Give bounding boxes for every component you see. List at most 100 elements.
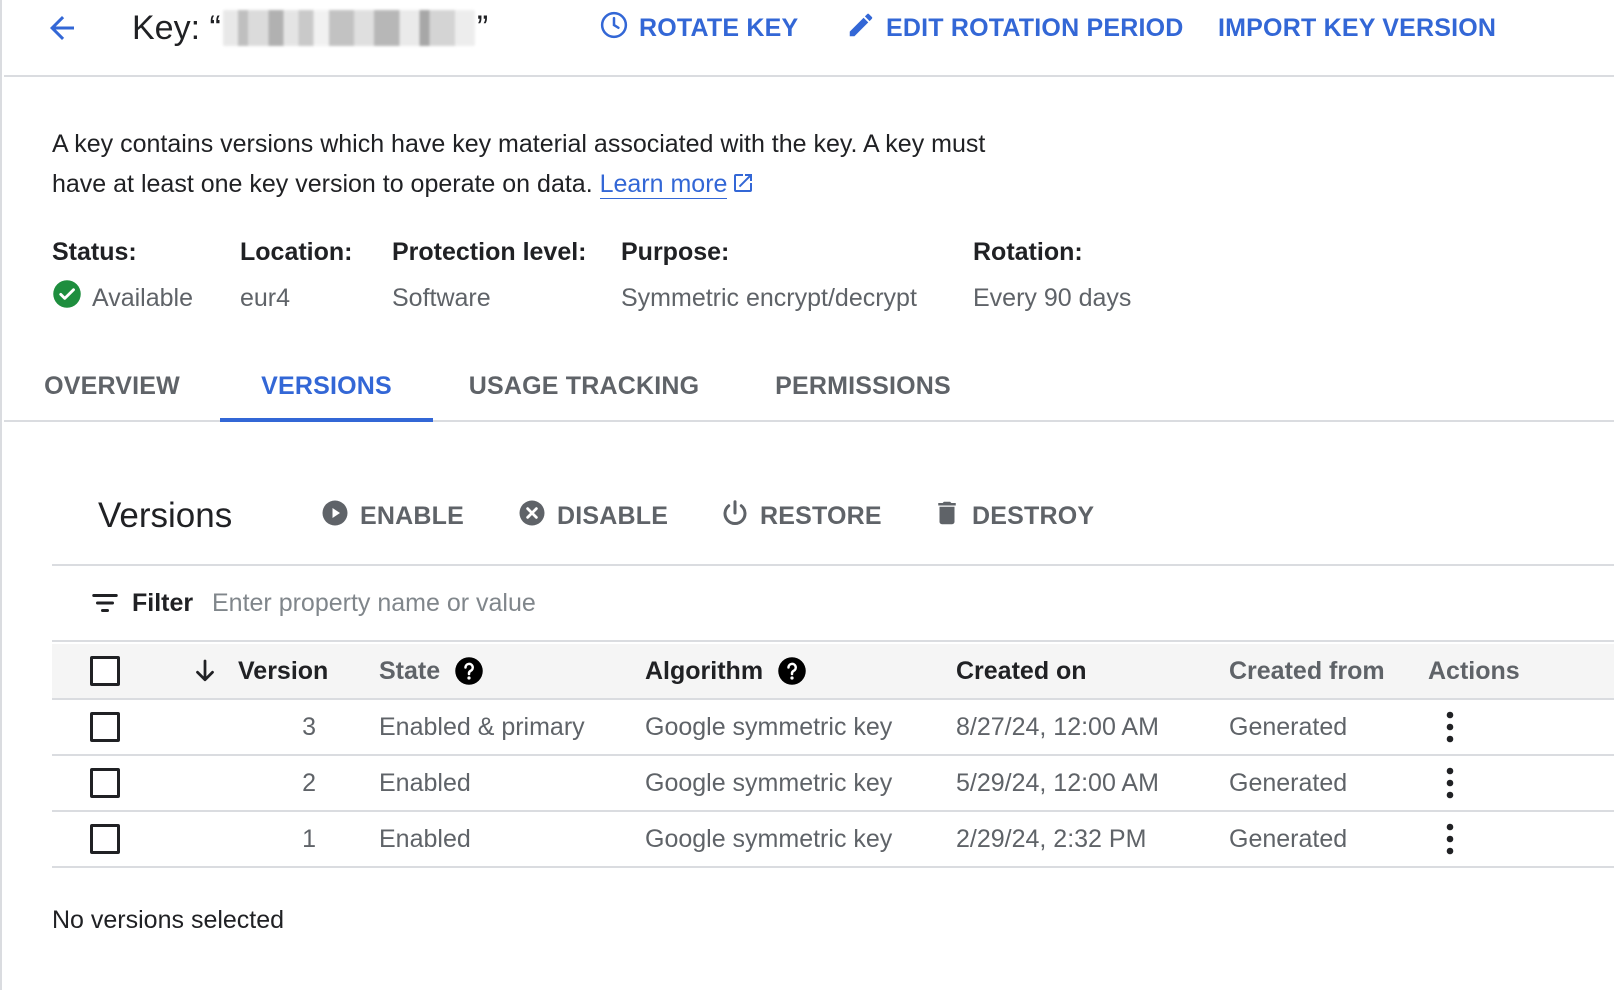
versions-toolbar: Versions ENABLE DISABLE RESTORE DESTROY (52, 490, 1614, 566)
open-in-new-icon (731, 167, 755, 207)
meta-location: Location: eur4 (240, 236, 353, 314)
algorithm-cell: Google symmetric key (645, 768, 893, 797)
learn-more-label: Learn more (599, 170, 728, 198)
key-title-prefix: Key: “ (132, 8, 221, 47)
version-cell: 3 (302, 712, 316, 741)
filter-bar: Filter (52, 568, 1614, 642)
purpose-label: Purpose: (621, 238, 730, 266)
meta-protection-level: Protection level: Software (392, 236, 587, 314)
filter-label: Filter (132, 589, 194, 617)
column-header-algorithm: Algorithm (645, 644, 807, 698)
status-label: Status: (52, 238, 137, 266)
restore-label: RESTORE (760, 501, 882, 530)
enable-label: ENABLE (360, 501, 464, 530)
cancel-circle-icon (517, 498, 547, 535)
row-actions-cell (1435, 756, 1465, 810)
tab-overview[interactable]: OVERVIEW (44, 352, 180, 420)
created-on-cell: 2/29/24, 2:32 PM (956, 824, 1147, 853)
tab-usage-tracking[interactable]: USAGE TRACKING (469, 352, 699, 420)
description-line-2: have at least one key version to operate… (52, 170, 593, 198)
power-icon (720, 498, 750, 535)
versions-table: Version State Algorithm Created on Creat… (52, 644, 1614, 868)
column-header-state: State (379, 644, 484, 698)
restore-button[interactable]: RESTORE (720, 496, 882, 536)
filter-input[interactable] (212, 582, 1112, 624)
meta-rotation: Rotation: Every 90 days (973, 236, 1131, 314)
row-checkbox[interactable] (90, 768, 120, 798)
page-header: Key: “ ” ROTATE KEY EDIT ROTATION PERIOD… (4, 0, 1614, 77)
rotate-key-button[interactable]: ROTATE KEY (599, 8, 798, 48)
disable-button[interactable]: DISABLE (517, 496, 668, 536)
help-circle-icon[interactable] (777, 656, 807, 686)
more-vert-icon[interactable] (1435, 707, 1465, 747)
description-line-1: A key contains versions which have key m… (52, 130, 986, 158)
column-header-version[interactable]: Version (190, 644, 328, 698)
play-circle-icon (320, 498, 350, 535)
tab-permissions[interactable]: PERMISSIONS (775, 352, 951, 420)
algorithm-column-label: Algorithm (645, 656, 764, 685)
edit-rotation-period-button[interactable]: EDIT ROTATION PERIOD (846, 8, 1184, 48)
arrow-down-icon (190, 656, 220, 686)
disable-label: DISABLE (557, 501, 669, 530)
table-row: 3 Enabled & primary Google symmetric key… (52, 700, 1614, 756)
versions-heading: Versions (98, 496, 233, 535)
header-select-cell (90, 644, 120, 698)
rotate-key-label: ROTATE KEY (639, 13, 799, 42)
meta-status: Status: Available (52, 236, 193, 314)
status-value: Available (52, 279, 193, 317)
row-select-cell (90, 756, 120, 810)
page-left-border (0, 0, 4, 990)
import-key-version-label: IMPORT KEY VERSION (1218, 13, 1497, 42)
table-header: Version State Algorithm Created on Creat… (52, 644, 1614, 700)
column-header-created-on[interactable]: Created on (956, 644, 1087, 698)
page-title: Key: “ ” (132, 8, 488, 48)
created-from-cell: Generated (1229, 712, 1348, 741)
key-description: A key contains versions which have key m… (52, 124, 1032, 207)
row-actions-cell (1435, 812, 1465, 866)
state-cell: Enabled & primary (379, 712, 585, 741)
redacted-key-name (222, 10, 475, 46)
destroy-button[interactable]: DESTROY (932, 496, 1094, 536)
rotation-label: Rotation: (973, 238, 1083, 266)
edit-rotation-period-label: EDIT ROTATION PERIOD (886, 13, 1184, 42)
protection-level-value: Software (392, 284, 491, 312)
row-checkbox[interactable] (90, 712, 120, 742)
meta-purpose: Purpose: Symmetric encrypt/decrypt (621, 236, 917, 314)
version-column-label: Version (238, 656, 329, 685)
version-cell: 1 (302, 824, 316, 853)
key-title-suffix: ” (476, 8, 489, 47)
select-all-checkbox[interactable] (90, 656, 120, 686)
tab-versions[interactable]: VERSIONS (220, 352, 433, 422)
created-on-cell: 8/27/24, 12:00 AM (956, 712, 1159, 741)
state-cell: Enabled (379, 824, 471, 853)
location-value: eur4 (240, 284, 291, 312)
created-from-cell: Generated (1229, 824, 1348, 853)
column-header-actions: Actions (1428, 656, 1520, 685)
rotation-value: Every 90 days (973, 284, 1132, 312)
location-label: Location: (240, 238, 353, 266)
learn-more-link[interactable]: Learn more (599, 170, 728, 199)
version-cell: 2 (302, 768, 316, 797)
destroy-label: DESTROY (972, 501, 1095, 530)
more-vert-icon[interactable] (1435, 819, 1465, 859)
help-circle-icon[interactable] (454, 656, 484, 686)
column-header-created-from: Created from (1229, 656, 1385, 685)
created-on-cell: 5/29/24, 12:00 AM (956, 768, 1159, 797)
row-checkbox[interactable] (90, 824, 120, 854)
created-from-cell: Generated (1229, 768, 1348, 797)
row-select-cell (90, 812, 120, 866)
table-row: 2 Enabled Google symmetric key 5/29/24, … (52, 756, 1614, 812)
clock-icon (599, 10, 629, 47)
algorithm-cell: Google symmetric key (645, 712, 893, 741)
algorithm-cell: Google symmetric key (645, 824, 893, 853)
more-vert-icon[interactable] (1435, 763, 1465, 803)
state-column-label: State (379, 656, 441, 685)
pencil-icon (846, 10, 876, 47)
check-circle-icon (52, 279, 82, 317)
row-actions-cell (1435, 700, 1465, 754)
row-select-cell (90, 700, 120, 754)
purpose-value: Symmetric encrypt/decrypt (621, 284, 917, 312)
back-button[interactable] (40, 10, 84, 50)
import-key-version-button[interactable]: IMPORT KEY VERSION (1218, 8, 1496, 48)
enable-button[interactable]: ENABLE (320, 496, 464, 536)
